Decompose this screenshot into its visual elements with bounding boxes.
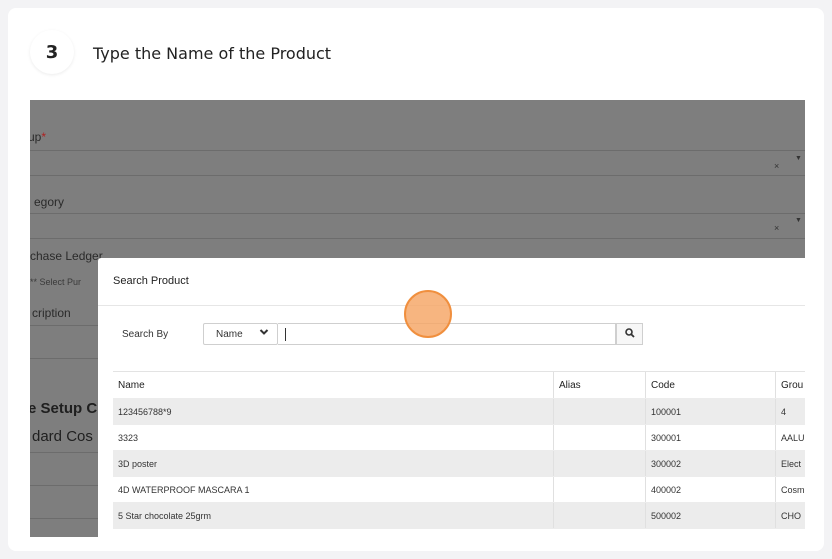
- click-highlight-marker: [404, 290, 452, 338]
- search-button[interactable]: [616, 323, 643, 345]
- category-label: egory: [34, 195, 65, 209]
- column-header-alias[interactable]: Alias: [553, 372, 645, 398]
- cell-alias: [553, 477, 645, 502]
- cell-group: Cosm: [775, 477, 805, 502]
- step-number-badge: 3: [30, 30, 74, 74]
- table-row[interactable]: 123456788*9 100001 4: [113, 399, 805, 425]
- cell-group: CHO: [775, 503, 805, 528]
- modal-title: Search Product: [113, 275, 189, 287]
- purchase-ledger-placeholder: ** Select Pur: [30, 277, 82, 287]
- column-header-code[interactable]: Code: [645, 372, 775, 398]
- divider: [30, 150, 805, 151]
- search-by-label: Search By: [122, 329, 169, 340]
- cell-group: Elect: [775, 451, 805, 476]
- cell-name: 3323: [118, 432, 139, 443]
- cell-code: 100001: [645, 399, 775, 424]
- search-by-value: Name: [216, 328, 243, 340]
- cell-alias: [553, 451, 645, 476]
- clear-icon[interactable]: ×: [774, 223, 779, 233]
- clear-icon[interactable]: ×: [774, 161, 779, 171]
- text-cursor: [285, 328, 286, 341]
- column-header-name[interactable]: Name: [113, 372, 553, 398]
- setup-heading: e Setup C: [30, 400, 98, 417]
- cell-group: 4: [775, 399, 805, 424]
- cell-code: 400002: [645, 477, 775, 502]
- step-title: Type the Name of the Product: [93, 44, 332, 63]
- cell-code: 300001: [645, 425, 775, 450]
- table-row[interactable]: 3D poster 300002 Elect: [113, 451, 805, 477]
- product-table: Name Alias Code Grou 123456788*9 100001 …: [113, 371, 805, 529]
- cell-alias: [553, 425, 645, 450]
- chevron-down-icon[interactable]: ▼: [795, 155, 802, 162]
- column-header-group[interactable]: Grou: [775, 372, 805, 398]
- cell-name: 123456788*9: [118, 406, 172, 417]
- table-header-row: Name Alias Code Grou: [113, 372, 805, 399]
- cell-group: AALU: [775, 425, 805, 450]
- cell-alias: [553, 503, 645, 528]
- chevron-down-icon: [259, 327, 269, 340]
- cell-code: 300002: [645, 451, 775, 476]
- search-product-modal: Search Product Search By Name Name Alias…: [98, 258, 805, 537]
- guide-step-card: 3 Type the Name of the Product up* × ▼ e…: [8, 8, 824, 551]
- modal-header: Search Product: [98, 258, 805, 306]
- search-by-select[interactable]: Name: [203, 323, 278, 345]
- cell-name: 3D poster: [118, 458, 158, 469]
- divider: [30, 175, 805, 176]
- cell-name: 5 Star chocolate 25grm: [118, 510, 212, 521]
- cell-name: 4D WATERPROOF MASCARA 1: [118, 484, 250, 495]
- cell-code: 500002: [645, 503, 775, 528]
- chevron-down-icon[interactable]: ▼: [795, 217, 802, 224]
- table-row[interactable]: 4D WATERPROOF MASCARA 1 400002 Cosm: [113, 477, 805, 503]
- divider: [30, 213, 805, 214]
- purchase-ledger-label: chase Ledger: [30, 249, 103, 263]
- divider: [30, 238, 805, 239]
- cell-alias: [553, 399, 645, 424]
- standard-cost-label: dard Cos: [32, 428, 93, 445]
- description-label: cription: [32, 306, 71, 320]
- search-icon: [624, 325, 635, 343]
- table-row[interactable]: 3323 300001 AALU: [113, 425, 805, 451]
- table-row[interactable]: 5 Star chocolate 25grm 500002 CHO: [113, 503, 805, 529]
- group-label: up*: [30, 130, 47, 144]
